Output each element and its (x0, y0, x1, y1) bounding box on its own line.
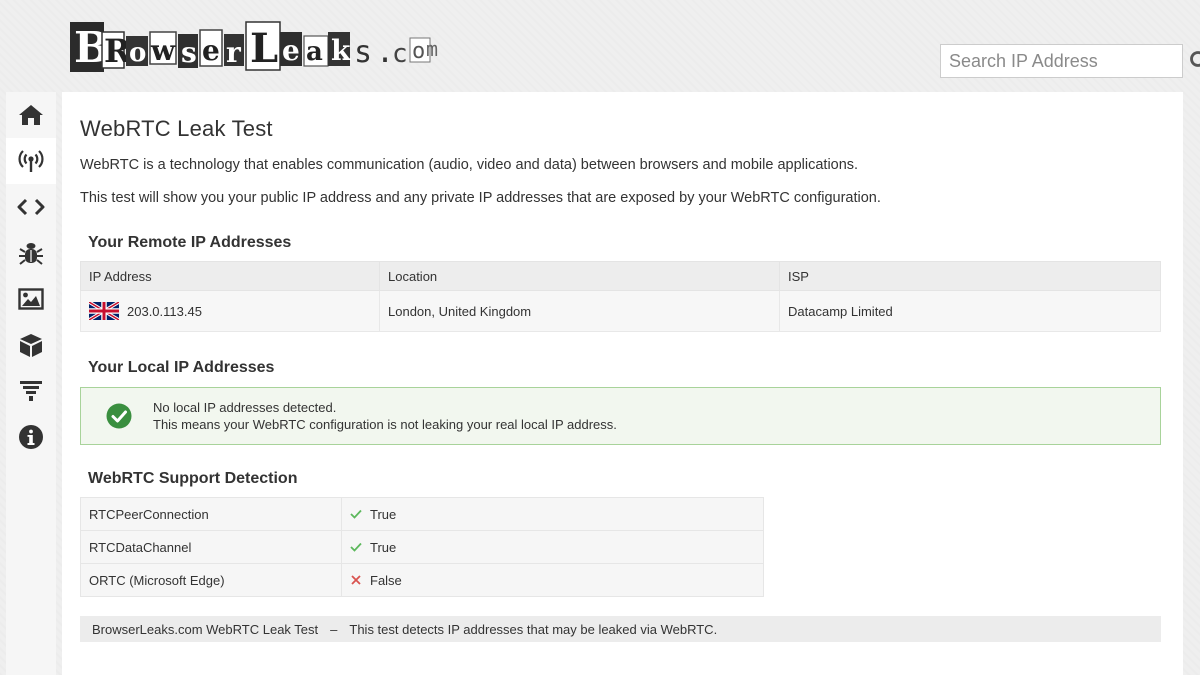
search-icon (1190, 51, 1200, 67)
table-row: RTCDataChannel True (80, 530, 764, 564)
search-input[interactable] (941, 46, 1189, 76)
footer-title: BrowserLeaks.com WebRTC Leak Test (92, 621, 319, 637)
svg-text:L: L (250, 25, 278, 72)
table-row: ORTC (Microsoft Edge) False (80, 563, 764, 597)
table-row: RTCPeerConnection True (80, 497, 764, 531)
footer-separator: – (330, 621, 338, 637)
svg-text:m: m (426, 37, 438, 61)
home-icon (19, 105, 43, 125)
description-paragraph: This test will show you your public IP a… (80, 190, 881, 206)
sidebar-item-filters[interactable] (6, 368, 56, 414)
support-value-cell: False (341, 563, 764, 597)
cross-icon (351, 575, 361, 585)
support-value: True (370, 506, 397, 522)
broadcast-tower-icon (18, 150, 44, 172)
svg-text:o: o (412, 39, 425, 64)
bug-icon (19, 243, 43, 265)
isp-cell: Datacamp Limited (779, 290, 1161, 332)
remote-ip-heading: Your Remote IP Addresses (88, 234, 292, 251)
svg-text:r: r (226, 36, 242, 69)
cube-icon (20, 334, 42, 357)
sidebar-item-javascript[interactable] (6, 184, 56, 230)
svg-text:s: s (181, 36, 197, 69)
intro-paragraph: WebRTC is a technology that enables comm… (80, 157, 859, 173)
checkmark-icon (350, 509, 362, 519)
support-value: True (370, 539, 397, 555)
local-status-line2: This means your WebRTC configuration is … (153, 417, 617, 432)
support-key: RTCPeerConnection (80, 497, 342, 531)
table-row: 203.0.113.45 London, United Kingdom Data… (80, 290, 1161, 332)
column-header-ip: IP Address (80, 261, 380, 291)
sidebar-item-about[interactable] (6, 414, 56, 460)
main-content: WebRTC Leak Test WebRTC is a technology … (62, 92, 1183, 675)
svg-text:s: s (354, 35, 372, 70)
sidebar-item-bugs[interactable] (6, 230, 56, 276)
check-circle-icon (106, 403, 132, 429)
column-header-isp: ISP (779, 261, 1161, 291)
svg-text:k: k (331, 34, 351, 67)
support-table: RTCPeerConnection True RTCDataChannel Tr… (80, 497, 764, 597)
code-icon (17, 198, 45, 216)
sidebar-item-3d[interactable] (6, 322, 56, 368)
filter-icon (20, 381, 42, 401)
sidebar-nav (6, 92, 56, 675)
sidebar-item-home[interactable] (6, 92, 56, 138)
location-cell: London, United Kingdom (379, 290, 780, 332)
support-value-cell: True (341, 530, 764, 564)
support-heading: WebRTC Support Detection (88, 470, 298, 487)
svg-text:c: c (392, 39, 408, 69)
checkmark-icon (350, 542, 362, 552)
search-button[interactable] (1189, 45, 1200, 77)
local-ip-status-box: No local IP addresses detected. This mea… (80, 387, 1161, 445)
sidebar-item-webrtc[interactable] (6, 138, 56, 184)
footer-text: This test detects IP addresses that may … (349, 621, 718, 637)
svg-text:a: a (306, 37, 323, 67)
page-title: WebRTC Leak Test (80, 116, 273, 141)
svg-text:e: e (202, 34, 220, 67)
footer-bar: BrowserLeaks.com WebRTC Leak Test – This… (80, 616, 1161, 642)
search-box[interactable] (940, 44, 1200, 78)
svg-text:e: e (282, 34, 300, 67)
ip-address-value: 203.0.113.45 (127, 303, 202, 319)
uk-flag-icon (89, 302, 119, 320)
support-key: ORTC (Microsoft Edge) (80, 563, 342, 597)
local-status-line1: No local IP addresses detected. (153, 400, 337, 415)
support-key: RTCDataChannel (80, 530, 342, 564)
ip-cell: 203.0.113.45 (80, 290, 380, 332)
svg-text:w: w (150, 34, 176, 67)
remote-ip-table: IP Address Location ISP 203.0.113.45 Lon… (80, 261, 1161, 332)
svg-text:o: o (129, 38, 146, 68)
sidebar-item-images[interactable] (6, 276, 56, 322)
support-value: False (370, 572, 402, 588)
site-logo[interactable]: B R o w s e r L e a k s . c o m (66, 10, 446, 78)
column-header-location: Location (379, 261, 780, 291)
local-ip-heading: Your Local IP Addresses (88, 359, 275, 376)
image-icon (18, 288, 44, 310)
info-icon (19, 425, 43, 449)
support-value-cell: True (341, 497, 764, 531)
